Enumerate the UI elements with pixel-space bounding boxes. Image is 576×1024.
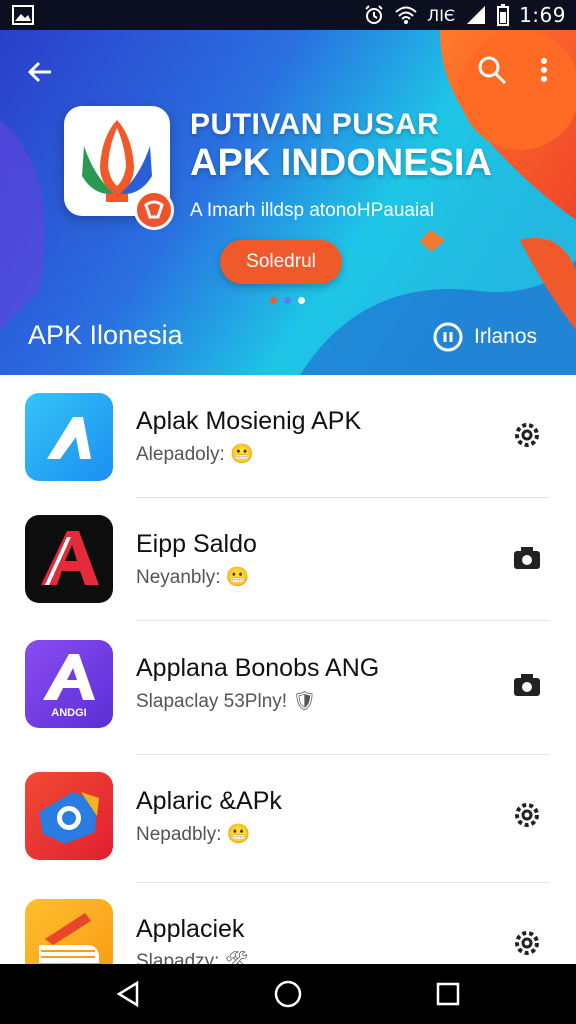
divider [136,620,550,621]
app-subtitle: Neyanbly: 😬 [136,567,250,588]
list-item[interactable]: Eipp Saldo Neyanbly: 😬 [0,498,576,621]
hero-title-line1: PUTIVAN PUSAR [190,108,440,141]
red-a-app-icon [25,515,113,603]
square-recents-icon [436,982,460,1006]
info-circle-icon [433,322,463,352]
triangle-back-icon [116,980,139,1008]
app-title: Applana Bonobs ANG [136,654,380,682]
hero-subtitle: A Imarh illdsp atonoHPauaial [190,200,434,221]
gear-icon[interactable] [510,798,544,832]
clock-time: 1:69 [519,3,566,27]
list-item[interactable]: Aplak Mosienig APK Alepadoly: 😬 [0,375,576,498]
search-icon[interactable] [474,52,510,88]
app-subtitle: Nepadbly: 😬 [136,824,251,845]
nav-home-button[interactable] [268,974,308,1014]
system-nav-bar [0,964,576,1024]
blue-a-app-icon [25,393,113,481]
app-subtitle: Alepadoly: 😬 [136,444,254,465]
app-icon-text: ANDGI [51,707,86,719]
hero-cta-button[interactable]: Soledrul [220,240,342,284]
hero-link-label: Irlanos [474,325,538,348]
purple-a-app-icon: ANDGI [25,640,113,728]
hero-banner[interactable]: PUTIVAN PUSAR APK INDONESIA A Imarh illd… [0,30,576,375]
shield-badge-icon [134,190,174,230]
battery-icon [497,4,510,26]
alarm-icon [365,5,383,24]
signal-icon [467,6,486,24]
nav-back-button[interactable] [108,974,148,1014]
list-item[interactable]: Aplaric &APk Nepadbly: 😬 [0,755,576,883]
app-title: Aplaric &APk [136,787,282,815]
nav-recents-button[interactable] [428,974,468,1014]
app-list: Aplak Mosienig APK Alepadoly: 😬 Eipp Sal… [0,375,576,965]
app-title: Applaciek [136,915,245,943]
list-item[interactable]: ANDGI Applana Bonobs ANG Slapaclay 53Pln… [0,622,576,755]
red-camera-app-icon [25,772,113,860]
back-button[interactable] [20,52,60,92]
app-subtitle: Slapaclay 53Plny! 🛡 [136,691,317,712]
circle-home-icon [274,980,302,1008]
gear-icon[interactable] [510,926,544,960]
yellow-hand-app-icon [25,899,113,965]
status-bar: ЛΙЄ 1:69 [0,0,576,30]
camera-icon[interactable] [510,541,544,575]
section-title: APK Ilonesia [28,320,183,350]
carousel-dot[interactable] [270,297,277,304]
more-vert-icon[interactable] [532,52,556,88]
carousel-dot[interactable] [284,297,291,304]
carousel-dot-active[interactable] [298,297,305,304]
carousel-indicator[interactable] [270,297,305,304]
hero-link-button[interactable]: Irlanos [432,320,537,354]
hero-title-line2: APK INDONESIA [190,142,492,184]
wifi-icon [395,6,417,24]
app-subtitle: Slapadzy: 🛠 [136,951,249,965]
network-type-text: ЛΙЄ [427,5,456,25]
camera-icon[interactable] [510,668,544,702]
arrow-left-icon [27,61,51,83]
image-icon [12,5,34,25]
app-title: Eipp Saldo [136,530,257,558]
gear-icon[interactable] [510,418,544,452]
app-title: Aplak Mosienig APK [136,407,362,435]
list-item[interactable]: Applaciek Slapadzy: 🛠 [0,883,576,965]
